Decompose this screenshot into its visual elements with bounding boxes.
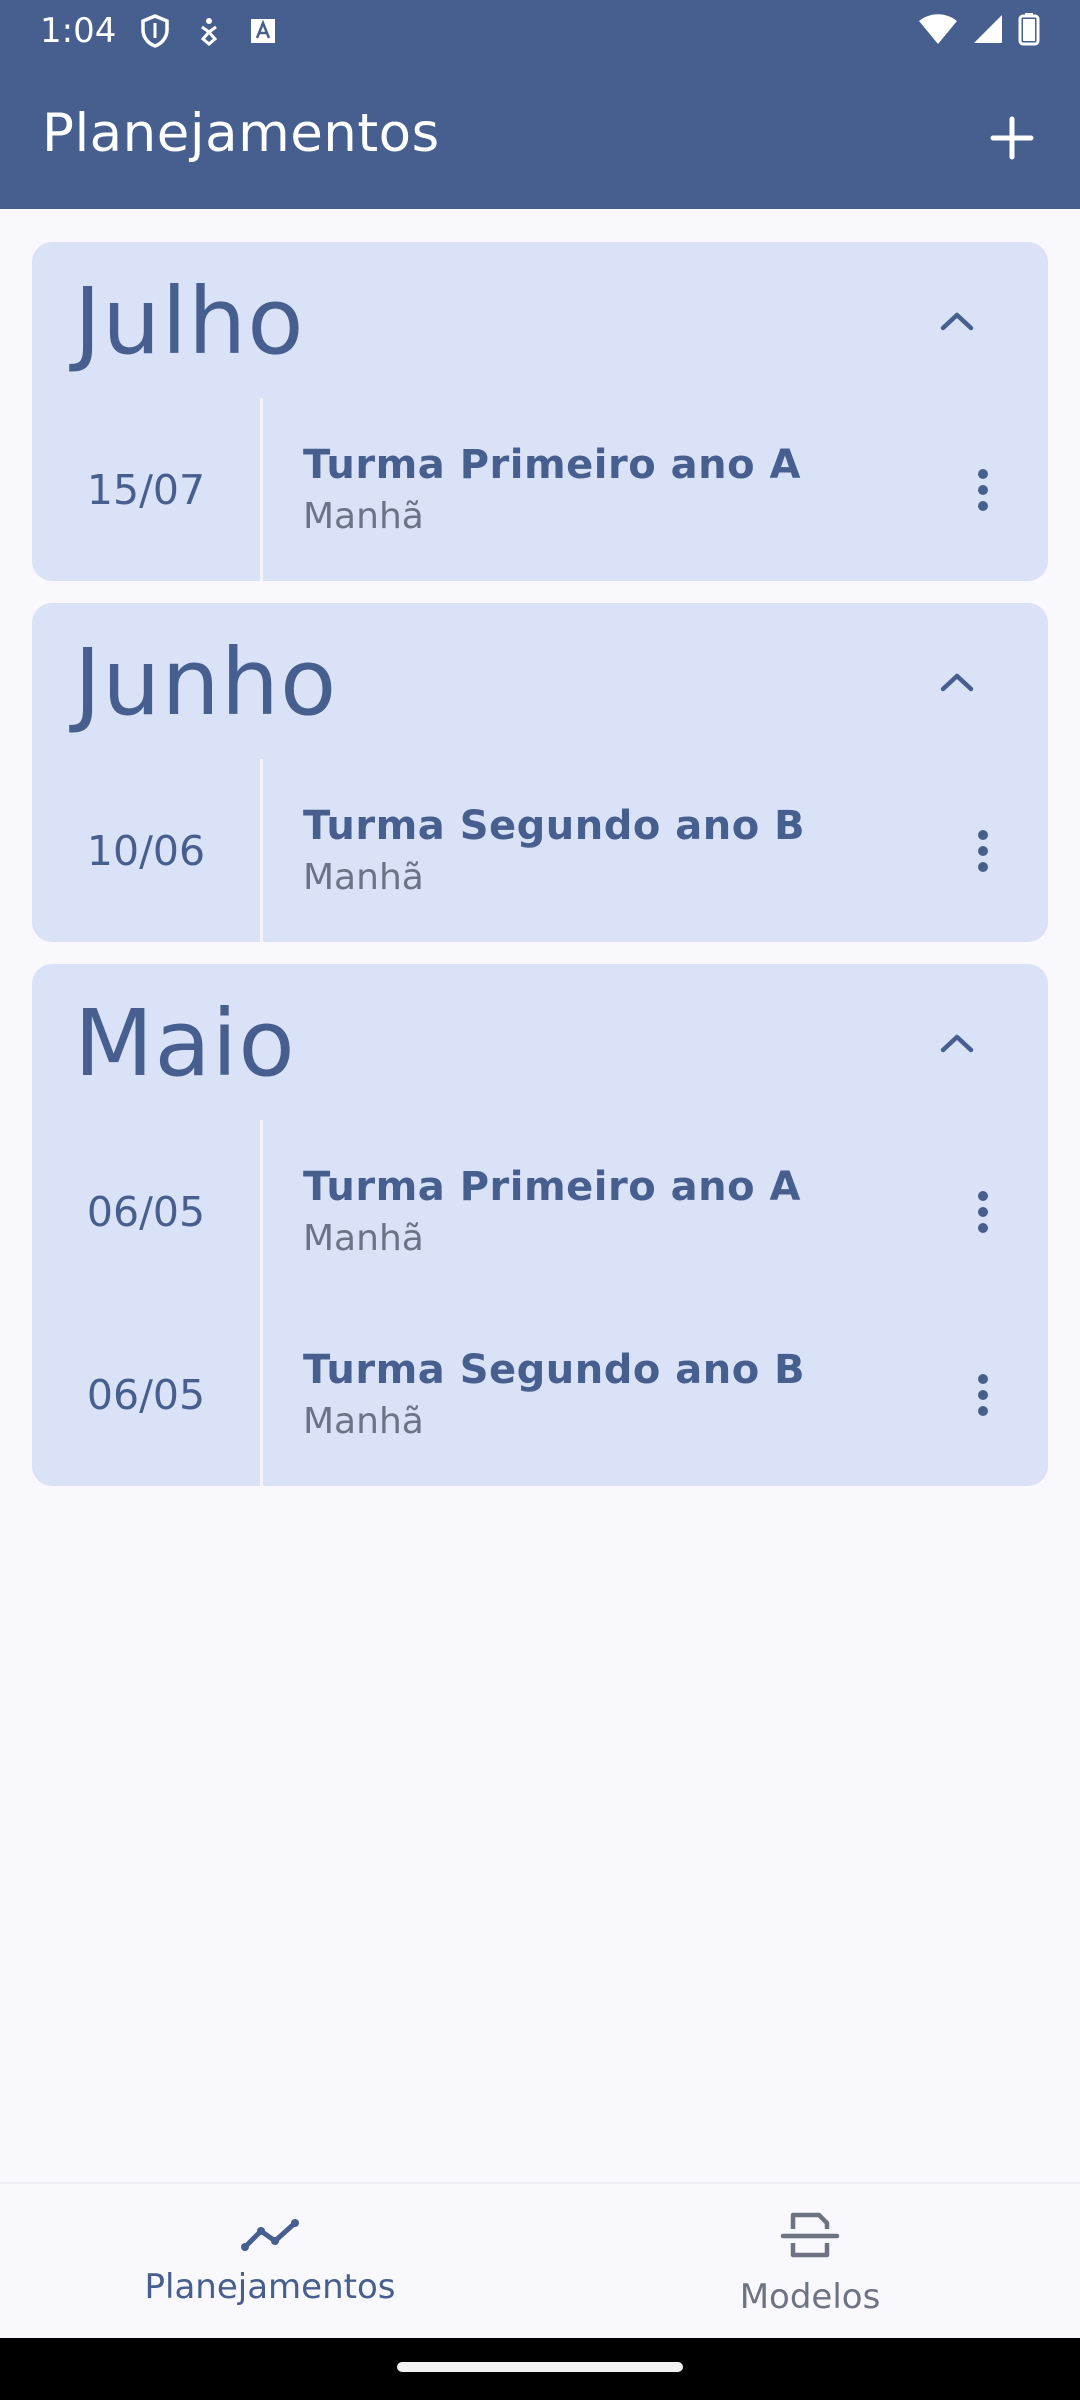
battery-icon: [1018, 12, 1040, 50]
more-options-button[interactable]: [958, 811, 1008, 891]
entry-date: 10/06: [32, 759, 263, 942]
signal-icon: [972, 13, 1004, 49]
accessibility-icon: [194, 15, 224, 47]
chevron-up-icon: [940, 312, 974, 331]
more-vert-icon: [978, 1190, 988, 1233]
list-item[interactable]: 06/05 Turma Segundo ano B Manhã: [32, 1303, 1048, 1486]
nav-item-planejamentos[interactable]: Planejamentos: [0, 2184, 540, 2340]
entry-title: Turma Primeiro ano A: [303, 442, 801, 488]
shield-icon: [140, 14, 170, 48]
more-vert-icon: [978, 468, 988, 511]
more-options-button[interactable]: [958, 450, 1008, 530]
page-title: Planejamentos: [42, 103, 440, 164]
more-vert-icon: [978, 1373, 988, 1416]
collapse-button[interactable]: [926, 651, 988, 713]
list-item[interactable]: 15/07 Turma Primeiro ano A Manhã: [32, 398, 1048, 581]
month-title: Julho: [74, 268, 305, 375]
entry-date: 06/05: [32, 1303, 263, 1486]
month-card-maio: Maio 06/05 Turma Primeiro ano A Manhã 06…: [32, 964, 1048, 1486]
entry-shift: Manhã: [303, 1218, 424, 1259]
home-gesture-handle[interactable]: [397, 2362, 683, 2372]
wifi-icon: [918, 13, 958, 49]
chevron-up-icon: [940, 673, 974, 692]
month-header[interactable]: Julho: [32, 242, 1048, 398]
month-card-julho: Julho 15/07 Turma Primeiro ano A Manhã: [32, 242, 1048, 581]
plus-icon: [990, 116, 1034, 160]
month-header[interactable]: Junho: [32, 603, 1048, 759]
more-options-button[interactable]: [958, 1355, 1008, 1435]
list-item[interactable]: 06/05 Turma Primeiro ano A Manhã: [32, 1120, 1048, 1303]
entry-shift: Manhã: [303, 1401, 424, 1442]
month-title: Junho: [74, 629, 338, 736]
document-scan-icon: [780, 2212, 840, 2258]
more-options-button[interactable]: [958, 1172, 1008, 1252]
status-time: 1:04: [40, 11, 117, 51]
month-title: Maio: [74, 990, 296, 1097]
collapse-button[interactable]: [926, 1012, 988, 1074]
planning-list: Julho 15/07 Turma Primeiro ano A Manhã J…: [32, 242, 1048, 1508]
month-header[interactable]: Maio: [32, 964, 1048, 1120]
app-badge-icon: [248, 16, 278, 46]
more-vert-icon: [978, 829, 988, 872]
month-card-junho: Junho 10/06 Turma Segundo ano B Manhã: [32, 603, 1048, 942]
list-item[interactable]: 10/06 Turma Segundo ano B Manhã: [32, 759, 1048, 942]
trend-line-icon: [241, 2219, 299, 2251]
nav-label: Modelos: [739, 2277, 881, 2317]
chevron-up-icon: [940, 1034, 974, 1053]
entry-date: 06/05: [32, 1120, 263, 1303]
entry-date: 15/07: [32, 398, 263, 581]
status-bar: 1:04: [40, 8, 1040, 54]
top-app-bar: 1:04 Planejamentos: [0, 0, 1080, 209]
entry-shift: Manhã: [303, 496, 424, 537]
add-button[interactable]: [978, 104, 1046, 172]
bottom-navigation: Planejamentos Modelos: [0, 2182, 1080, 2340]
entry-title: Turma Segundo ano B: [303, 803, 806, 849]
entry-title: Turma Primeiro ano A: [303, 1164, 801, 1210]
nav-label: Planejamentos: [144, 2267, 396, 2307]
nav-item-modelos[interactable]: Modelos: [540, 2184, 1080, 2340]
entry-shift: Manhã: [303, 857, 424, 898]
collapse-button[interactable]: [926, 290, 988, 352]
entry-title: Turma Segundo ano B: [303, 1347, 806, 1393]
